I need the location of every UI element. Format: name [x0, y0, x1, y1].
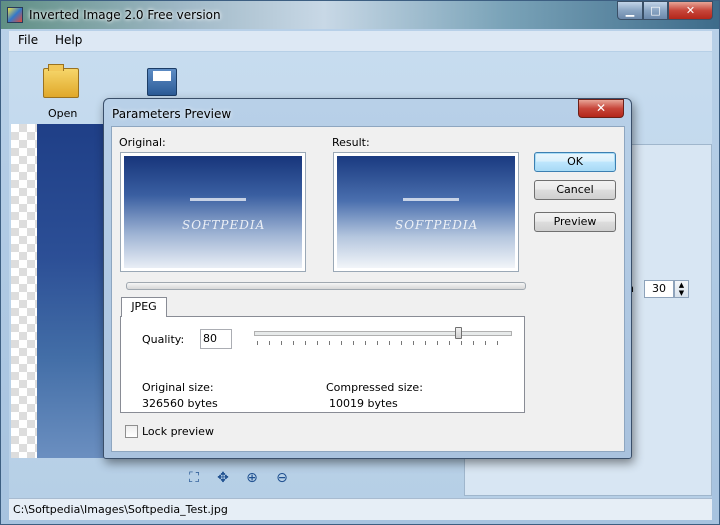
ok-button[interactable]: OK: [534, 152, 616, 172]
menu-bar: File Help: [9, 31, 712, 51]
status-bar: C:\Softpedia\Images\Softpedia_Test.jpg: [9, 498, 712, 520]
lock-preview-checkbox[interactable]: [125, 425, 138, 438]
dialog-title: Parameters Preview: [112, 107, 232, 121]
window-title: Inverted Image 2.0 Free version: [29, 8, 221, 22]
zoom-in-icon[interactable]: ⊕: [244, 470, 260, 486]
result-image: SOFTPEDIA: [337, 156, 515, 268]
quality-label: Quality:: [142, 333, 185, 346]
result-preview: SOFTPEDIA: [333, 152, 519, 272]
logo-line: [403, 198, 459, 201]
minimize-button[interactable]: ▁: [617, 1, 643, 20]
main-titlebar[interactable]: Inverted Image 2.0 Free version ▁ □ ✕: [1, 1, 719, 29]
quality-slider-track[interactable]: [254, 331, 512, 336]
original-size-value: 326560 bytes: [142, 397, 218, 410]
preview-button[interactable]: Preview: [534, 212, 616, 232]
parameters-preview-dialog: Parameters Preview ✕ Original: Result: S…: [103, 98, 632, 459]
menu-file[interactable]: File: [18, 33, 38, 47]
status-file-path: C:\Softpedia\Images\Softpedia_Test.jpg: [13, 503, 228, 516]
open-folder-icon[interactable]: [43, 64, 79, 98]
quality-slider-thumb[interactable]: [454, 327, 462, 339]
quality-slider-ticks: [257, 341, 509, 345]
original-preview: SOFTPEDIA: [120, 152, 306, 272]
preview-progress-bar: [126, 282, 526, 290]
open-button-label[interactable]: Open: [48, 107, 77, 120]
close-window-button[interactable]: ✕: [668, 1, 713, 20]
dialog-client: Original: Result: SOFTPEDIA SOFTPEDIA OK…: [111, 126, 625, 452]
tab-jpeg[interactable]: JPEG: [121, 297, 167, 317]
spin-stepper[interactable]: ▲ ▼: [674, 280, 689, 298]
cancel-button[interactable]: Cancel: [534, 180, 616, 200]
original-image: SOFTPEDIA: [124, 156, 302, 268]
app-icon[interactable]: [7, 7, 23, 23]
spin-input[interactable]: 30: [644, 280, 674, 298]
lock-preview-label[interactable]: Lock preview: [142, 425, 214, 438]
save-disk-icon[interactable]: [147, 68, 177, 96]
original-label: Original:: [119, 136, 166, 149]
quality-input[interactable]: 80: [200, 329, 232, 349]
image-canvas[interactable]: [11, 124, 107, 458]
actual-size-icon[interactable]: ✥: [215, 470, 231, 486]
maximize-button[interactable]: □: [643, 1, 668, 20]
logo-line: [190, 198, 246, 201]
zoom-out-icon[interactable]: ⊖: [274, 470, 290, 486]
logo-text: SOFTPEDIA: [395, 218, 479, 232]
result-label: Result:: [332, 136, 370, 149]
menu-help[interactable]: Help: [55, 33, 82, 47]
compressed-size-value: 10019 bytes: [329, 397, 398, 410]
jpeg-tab-panel: Quality: 80 Original size: 326560 bytes …: [120, 316, 525, 413]
loaded-image: [37, 124, 107, 458]
dialog-close-button[interactable]: ✕: [578, 99, 624, 118]
logo-text: SOFTPEDIA: [182, 218, 266, 232]
compressed-size-label: Compressed size:: [326, 381, 423, 394]
original-size-label: Original size:: [142, 381, 214, 394]
fit-to-window-icon[interactable]: ⛶: [186, 470, 202, 486]
